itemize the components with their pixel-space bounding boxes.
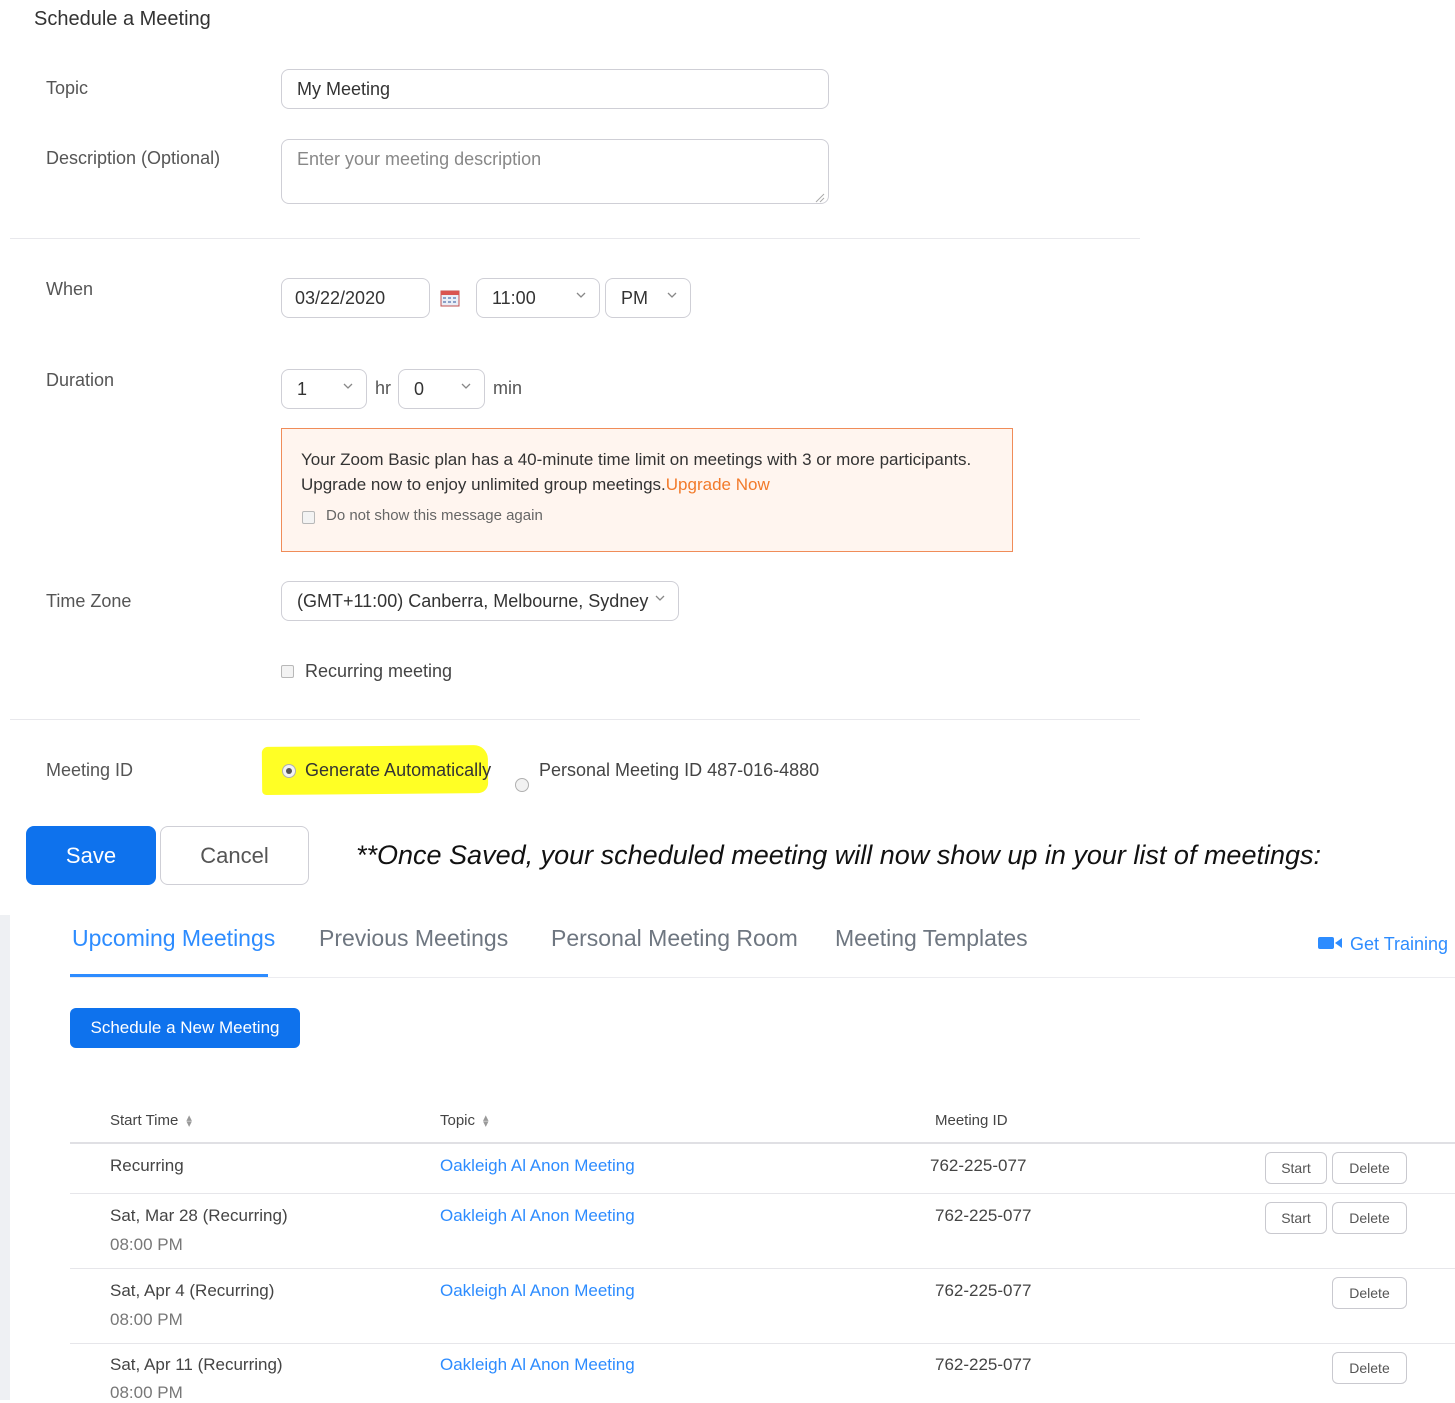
cancel-button[interactable]: Cancel (160, 826, 309, 885)
minutes-unit: min (493, 378, 523, 398)
when-label: When (46, 279, 94, 299)
row-topic-link[interactable]: Oakleigh Al Anon Meeting (440, 1355, 635, 1375)
warning-line-2: Upgrade now to enjoy unlimited group mee… (301, 475, 666, 494)
warning-line-1: Your Zoom Basic plan has a 40-minute tim… (301, 450, 972, 469)
row-divider (70, 1193, 1455, 1194)
schedule-new-meeting-button[interactable]: Schedule a New Meeting (70, 1008, 300, 1048)
row-time: 08:00 PM (110, 1383, 183, 1402)
dont-show-label: Do not show this message again (326, 507, 543, 524)
section-divider (10, 238, 1140, 239)
row-meeting-id: 762-225-077 (935, 1355, 1032, 1374)
row-start-time: Sat, Mar 28 (Recurring) (110, 1206, 288, 1225)
row-meeting-id: 762-225-077 (930, 1156, 1027, 1175)
personal-meeting-id-label: Personal Meeting ID 487-016-4880 (539, 760, 820, 780)
meeting-id-label: Meeting ID (46, 760, 134, 780)
tab-meeting-templates[interactable]: Meeting Templates (835, 925, 1028, 952)
chevron-down-icon (343, 383, 353, 392)
chevron-down-icon (461, 383, 471, 392)
save-button[interactable]: Save (26, 826, 156, 885)
video-camera-icon (1318, 934, 1343, 955)
row-time: 08:00 PM (110, 1310, 183, 1329)
generate-automatically-label: Generate Automatically (305, 760, 492, 780)
tab-previous-meetings[interactable]: Previous Meetings (319, 925, 508, 952)
tabs-divider (70, 977, 1455, 978)
start-button[interactable]: Start (1265, 1202, 1327, 1234)
date-input[interactable]: 03/22/2020 (281, 278, 430, 318)
row-start-time: Sat, Apr 11 (Recurring) (110, 1355, 283, 1374)
left-panel-edge (0, 915, 10, 1400)
row-topic-link[interactable]: Oakleigh Al Anon Meeting (440, 1281, 635, 1301)
instruction-note: **Once Saved, your scheduled meeting wil… (356, 840, 1321, 870)
row-topic-link[interactable]: Oakleigh Al Anon Meeting (440, 1206, 635, 1226)
row-time: 08:00 PM (110, 1235, 183, 1254)
time-select[interactable]: 11:00 (476, 278, 600, 318)
delete-button[interactable]: Delete (1332, 1202, 1407, 1234)
description-textarea[interactable]: Enter your meeting description (281, 139, 829, 204)
duration-minutes-select[interactable]: 0 (398, 369, 485, 409)
row-start-time: Recurring (110, 1156, 184, 1175)
topic-input[interactable]: My Meeting (281, 69, 829, 109)
topic-header[interactable]: Topic ▴ ▾ (440, 1112, 489, 1129)
tab-personal-meeting-room[interactable]: Personal Meeting Room (551, 925, 798, 952)
delete-button[interactable]: Delete (1332, 1277, 1407, 1309)
timezone-label: Time Zone (46, 591, 132, 611)
get-training-link[interactable]: Get Training (1318, 934, 1448, 955)
generate-automatically-radio[interactable] (282, 764, 296, 778)
row-divider (70, 1268, 1455, 1269)
topic-label: Topic (46, 78, 89, 98)
sort-icon: ▴ ▾ (186, 1111, 192, 1130)
time-value: 11:00 (492, 287, 536, 308)
duration-minutes-value: 0 (414, 378, 425, 399)
delete-button[interactable]: Delete (1332, 1352, 1407, 1384)
upgrade-warning-box: Your Zoom Basic plan has a 40-minute tim… (281, 428, 1013, 552)
chevron-down-icon (655, 595, 665, 604)
hours-unit: hr (375, 378, 392, 398)
timezone-select[interactable]: (GMT+11:00) Canberra, Melbourne, Sydney (281, 581, 679, 621)
row-topic-link[interactable]: Oakleigh Al Anon Meeting (440, 1156, 635, 1176)
section-divider (10, 719, 1140, 720)
timezone-value: (GMT+11:00) Canberra, Melbourne, Sydney (297, 590, 649, 611)
upgrade-now-link[interactable]: Upgrade Now (666, 475, 770, 494)
chevron-down-icon (576, 292, 586, 301)
warning-message: Your Zoom Basic plan has a 40-minute tim… (301, 447, 1001, 497)
resize-handle-icon[interactable] (815, 190, 825, 203)
start-time-header-label: Start Time (110, 1112, 179, 1129)
row-divider (70, 1343, 1455, 1344)
recurring-label: Recurring meeting (305, 661, 453, 681)
topic-header-label: Topic (440, 1112, 476, 1129)
row-start-time: Sat, Apr 4 (Recurring) (110, 1281, 275, 1300)
start-button[interactable]: Start (1265, 1152, 1327, 1184)
dont-show-checkbox[interactable] (302, 511, 315, 524)
row-meeting-id: 762-225-077 (935, 1281, 1032, 1300)
delete-button[interactable]: Delete (1332, 1152, 1407, 1184)
personal-meeting-id-radio[interactable] (515, 778, 529, 792)
sort-icon: ▴ ▾ (483, 1111, 489, 1130)
page-title: Schedule a Meeting (34, 8, 211, 30)
recurring-checkbox[interactable] (281, 665, 294, 678)
duration-hours-select[interactable]: 1 (281, 369, 367, 409)
meeting-id-header: Meeting ID (935, 1112, 1008, 1129)
start-time-header[interactable]: Start Time ▴ ▾ (110, 1112, 192, 1129)
calendar-icon[interactable] (440, 289, 460, 307)
table-header-divider (70, 1142, 1455, 1144)
ampm-value: PM (621, 287, 648, 308)
row-meeting-id: 762-225-077 (935, 1206, 1032, 1225)
chevron-down-icon (667, 292, 677, 301)
get-training-label: Get Training (1350, 934, 1449, 954)
description-label: Description (Optional) (46, 148, 221, 168)
tab-upcoming-meetings[interactable]: Upcoming Meetings (72, 925, 275, 952)
ampm-select[interactable]: PM (605, 278, 691, 318)
duration-label: Duration (46, 370, 115, 390)
duration-hours-value: 1 (297, 378, 308, 399)
